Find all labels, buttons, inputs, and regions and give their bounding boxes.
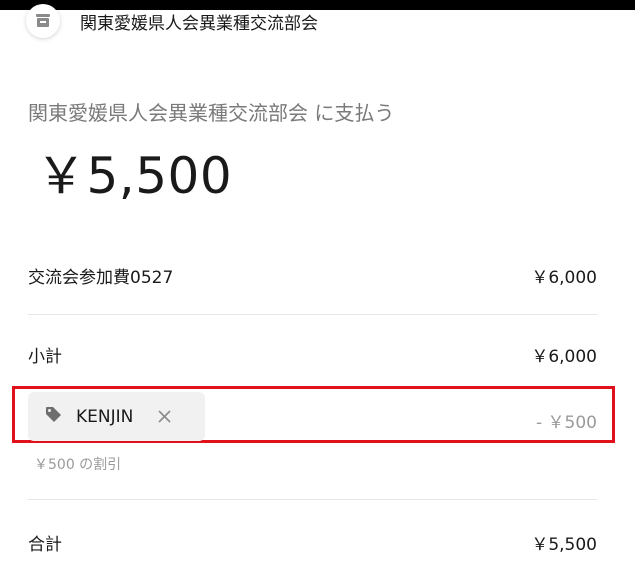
total-amount: ￥5,500: [531, 535, 597, 555]
line-item: 交流会参加費0527 ￥6,000: [28, 263, 597, 288]
merchant-name: 関東愛媛県人会異業種交流部会: [80, 13, 318, 34]
divider: [28, 499, 597, 500]
line-item-label: 交流会参加費0527: [28, 268, 174, 288]
total-label: 合計: [28, 535, 62, 555]
tag-icon: [45, 406, 62, 427]
close-icon[interactable]: [157, 409, 172, 424]
total-row: 合計 ￥5,500: [28, 530, 597, 555]
store-icon: [26, 4, 60, 38]
merchant-header: 関東愛媛県人会異業種交流部会: [26, 4, 318, 44]
subtotal-row: 小計 ￥6,000: [28, 342, 597, 367]
line-item-amount: ￥6,000: [531, 268, 597, 288]
subtotal-label: 小計: [28, 347, 62, 367]
promo-discount-note: ￥500 の割引: [34, 457, 122, 473]
promo-code-chip: KENJIN: [28, 392, 205, 441]
promo-discount-amount: - ￥500: [536, 413, 597, 433]
promo-code-label: KENJIN: [76, 406, 134, 427]
total-amount-display: ￥5,500: [36, 147, 233, 205]
subtotal-amount: ￥6,000: [531, 347, 597, 367]
divider: [28, 314, 597, 315]
pay-to-label: 関東愛媛県人会異業種交流部会 に支払う: [28, 101, 395, 125]
